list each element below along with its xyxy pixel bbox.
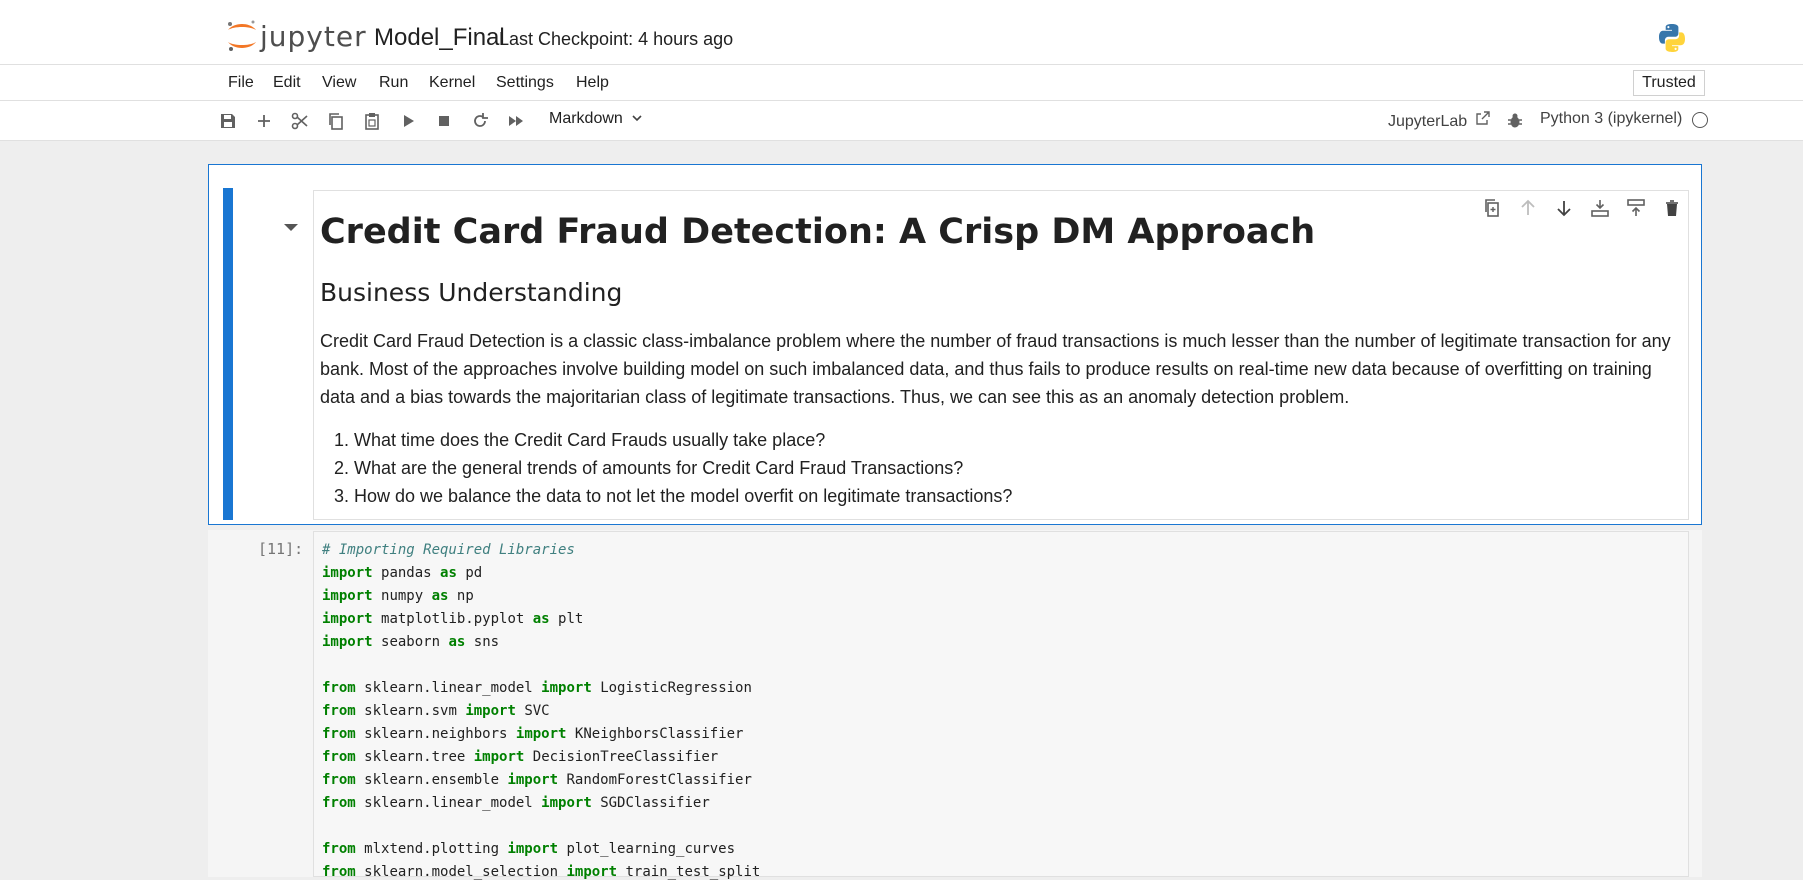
save-icon[interactable] [218,111,240,133]
question-list: What time does the Credit Card Frauds us… [320,426,1012,510]
external-link-icon [1475,111,1490,125]
notebook-heading: Credit Card Fraud Detection: A Crisp DM … [320,212,1316,252]
fast-forward-icon[interactable] [506,111,528,133]
chevron-down-icon [632,115,642,122]
kernel-status-icon [1692,112,1708,128]
insert-below-icon[interactable] [1588,196,1612,220]
debugger-icon[interactable] [1506,112,1524,130]
menu-view[interactable]: View [322,74,356,92]
menu-help[interactable]: Help [576,74,609,92]
insert-above-icon[interactable] [1624,196,1648,220]
menu-bar: File Edit View Run Kernel Settings Help [0,65,1803,101]
section-heading: Business Understanding [320,278,623,307]
restart-icon[interactable] [470,111,492,133]
duplicate-icon[interactable] [1480,196,1504,220]
code-line: # Importing Required Libraries [322,542,575,558]
last-checkpoint: Last Checkpoint: 4 hours ago [499,29,734,49]
code-line: from sklearn.ensemble import RandomFores… [322,772,752,788]
code-line: import seaborn as sns [322,634,500,650]
menu-settings[interactable]: Settings [496,74,554,92]
kernel-name[interactable]: Python 3 (ipykernel) [1540,110,1682,128]
code-line: from mlxtend.plotting import plot_learni… [322,841,736,857]
menu-kernel[interactable]: Kernel [429,74,475,92]
scissors-icon[interactable] [290,111,312,133]
jupyter-logo[interactable]: jupyter [224,18,384,54]
plus-icon[interactable] [254,111,276,133]
menu-file[interactable]: File [228,74,254,92]
delete-icon[interactable] [1660,196,1684,220]
list-item: How do we balance the data to not let th… [354,482,1012,510]
top-bar: jupyter Model_Final Last Checkpoint: 4 h… [0,0,1803,65]
python-logo-icon [1659,24,1685,52]
jupyter-logo-text: jupyter [260,20,367,53]
code-line: from sklearn.svm import SVC [322,703,550,719]
code-line: from sklearn.linear_model import Logisti… [322,680,752,696]
intro-paragraph: Credit Card Fraud Detection is a classic… [320,331,1671,407]
move-down-icon[interactable] [1552,196,1576,220]
menu-run[interactable]: Run [379,74,408,92]
copy-icon[interactable] [326,111,348,133]
code-line: from sklearn.neighbors import KNeighbors… [322,726,744,742]
paste-icon[interactable] [362,111,384,133]
code-line: from sklearn.linear_model import SGDClas… [322,795,710,811]
jupyterlab-link-label: JupyterLab [1388,113,1468,130]
stop-icon[interactable] [434,111,456,133]
notebook-toolbar: Markdown JupyterLab Python 3 (ipykernel) [0,101,1803,141]
jupyter-logo-icon [228,20,256,51]
notebook-title[interactable]: Model_Final [374,24,505,52]
jupyterlab-link[interactable]: JupyterLab [1388,110,1491,131]
menu-edit[interactable]: Edit [273,74,301,92]
collapse-heading-icon[interactable] [284,224,298,231]
code-line: import numpy as np [322,588,474,604]
active-cell-indicator[interactable] [223,188,233,520]
play-icon[interactable] [398,111,420,133]
move-up-icon[interactable] [1516,196,1540,220]
execution-count: [11]: [258,540,304,558]
trusted-indicator[interactable]: Trusted [1633,70,1705,96]
code-line: from sklearn.tree import DecisionTreeCla… [322,749,719,765]
code-line: import matplotlib.pyplot as plt [322,611,584,627]
list-item: What time does the Credit Card Frauds us… [354,426,1012,454]
code-line: import pandas as pd [322,565,483,581]
cell-type-select[interactable]: Markdown [549,110,643,128]
list-item: What are the general trends of amounts f… [354,454,1012,482]
code-line: from sklearn.model_selection import trai… [322,864,761,880]
cell-type-value: Markdown [549,110,623,127]
